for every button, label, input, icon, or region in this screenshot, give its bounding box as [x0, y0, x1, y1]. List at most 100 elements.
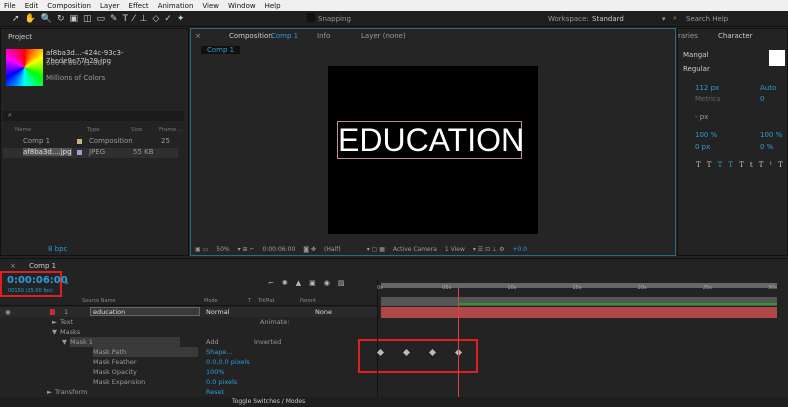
property-value[interactable]: Add: [206, 337, 219, 347]
style-select[interactable]: Regular: [683, 65, 710, 73]
layer-name-input[interactable]: education: [90, 307, 200, 316]
property-value[interactable]: Shape...: [206, 347, 233, 357]
menu-file[interactable]: File: [4, 2, 16, 10]
property-value[interactable]: 0.0 pixels: [206, 377, 237, 387]
playhead[interactable]: [458, 286, 460, 398]
col-t[interactable]: T: [248, 298, 251, 304]
tab-libraries[interactable]: raries: [678, 32, 698, 40]
text-layer[interactable]: EDUCATION: [337, 121, 524, 159]
views-select[interactable]: 1 View: [445, 246, 465, 253]
menu-help[interactable]: Help: [265, 2, 281, 10]
property-row[interactable]: ► Transform Reset: [0, 387, 377, 397]
eye-icon[interactable]: ◉: [5, 307, 11, 317]
grid-icon[interactable]: ▾ ⊞ ⌐: [238, 246, 255, 253]
zoom-select[interactable]: 50%: [216, 246, 229, 253]
tsume[interactable]: 0 %: [760, 143, 773, 151]
horizontal-scale[interactable]: 100 %: [760, 131, 782, 139]
snapping-checkbox[interactable]: [307, 13, 315, 22]
col-size[interactable]: Size: [131, 127, 142, 133]
inverted-checkbox[interactable]: Inverted: [254, 337, 281, 347]
menu-layer[interactable]: Layer: [100, 2, 120, 10]
parent-select[interactable]: None: [315, 307, 332, 317]
tool-icons[interactable]: ➚✋🔍↻▣◫▭✎T⁄⊥◇✓✦: [12, 14, 189, 24]
ruler-tick: 15s: [572, 285, 582, 291]
viewer-time[interactable]: 0:00:06:00: [262, 246, 295, 253]
timeline-switches[interactable]: ⌐✺▲▣◉▨: [268, 279, 352, 287]
layer-duration-bar[interactable]: [381, 307, 777, 318]
comp-breadcrumb[interactable]: Comp 1: [201, 46, 241, 54]
tab-comp[interactable]: Comp 1: [29, 262, 56, 270]
close-icon[interactable]: ×: [10, 262, 16, 270]
search-help-input[interactable]: Search Help: [686, 15, 728, 23]
tab-composition-name[interactable]: Comp 1: [271, 32, 298, 40]
twirl-icon[interactable]: ▼: [62, 337, 67, 347]
menu-view[interactable]: View: [202, 2, 219, 10]
vertical-scale[interactable]: 100 %: [695, 131, 717, 139]
kerning[interactable]: Metrics: [695, 95, 720, 103]
tab-composition[interactable]: Composition: [229, 32, 273, 40]
menu-bar: File Edit Composition Layer Effect Animation V…: [0, 0, 788, 11]
bpc-button[interactable]: 8 bpc: [48, 245, 67, 253]
camera-icon[interactable]: ▣ ▭: [195, 246, 208, 253]
property-row[interactable]: ► Text Animate:: [0, 317, 377, 327]
twirl-icon[interactable]: ►: [52, 317, 57, 327]
menu-edit[interactable]: Edit: [25, 2, 39, 10]
property-row[interactable]: Mask Path Shape...: [0, 347, 377, 357]
chevron-down-icon[interactable]: ▾: [662, 15, 666, 23]
property-row[interactable]: Mask Opacity 100%: [0, 367, 377, 377]
current-time[interactable]: 0:00:06:00: [7, 275, 68, 286]
project-search-input[interactable]: ⌕: [3, 111, 184, 121]
label-color: [50, 309, 55, 315]
resolution-select[interactable]: (Half): [324, 246, 341, 253]
exposure-value[interactable]: +0.0: [513, 246, 528, 253]
property-value[interactable]: Animate:: [260, 317, 289, 327]
project-item[interactable]: Comp 1 Composition 25: [3, 137, 183, 147]
region-icon[interactable]: ▾ ▢ ▦: [367, 246, 385, 253]
menu-window[interactable]: Window: [228, 2, 256, 10]
property-row[interactable]: Mask Feather 0.0,0.0 pixels: [0, 357, 377, 367]
property-value[interactable]: Reset: [206, 387, 224, 397]
workspace-select[interactable]: Standard: [592, 15, 624, 23]
col-frame[interactable]: Frame ...: [159, 127, 183, 133]
font-select[interactable]: Mangal: [683, 51, 708, 59]
menu-animation[interactable]: Animation: [158, 2, 194, 10]
col-parent[interactable]: Parent: [300, 298, 316, 304]
col-source[interactable]: Source Name: [82, 298, 116, 304]
property-value[interactable]: 100%: [206, 367, 225, 377]
toggle-switches-modes-button[interactable]: Toggle Switches / Modes: [232, 398, 305, 405]
twirl-icon[interactable]: ▼: [52, 327, 57, 337]
col-type[interactable]: Type: [87, 127, 100, 133]
layer-row[interactable]: ◉ 1 education Normal None: [0, 307, 377, 317]
layer-number: 1: [64, 308, 69, 316]
comp-canvas[interactable]: EDUCATION: [328, 66, 538, 234]
item-type: JPEG: [89, 148, 106, 156]
camera-select[interactable]: Active Camera: [393, 246, 437, 253]
snapshot-icon[interactable]: ◙ ✤: [303, 246, 316, 253]
property-value[interactable]: 0.0,0.0 pixels: [206, 357, 250, 367]
tracking[interactable]: 0: [760, 95, 764, 103]
view-options-icon[interactable]: ▾ ☰ ⊡ ⊥ ⚙: [473, 246, 505, 253]
tab-info[interactable]: Info: [317, 32, 330, 40]
property-row[interactable]: Mask Expansion 0.0 pixels: [0, 377, 377, 387]
search-icon[interactable]: ⌕: [65, 279, 69, 288]
tab-character[interactable]: Character: [718, 32, 753, 40]
property-row[interactable]: ▼ Masks: [0, 327, 377, 337]
leading[interactable]: Auto: [760, 84, 776, 92]
twirl-icon[interactable]: ►: [47, 387, 52, 397]
font-size[interactable]: 112 px: [695, 84, 719, 92]
close-icon[interactable]: ×: [195, 32, 201, 40]
col-trkmat[interactable]: TrkMat: [258, 298, 275, 304]
stroke-width[interactable]: - px: [695, 113, 708, 121]
menu-effect[interactable]: Effect: [129, 2, 149, 10]
project-item[interactable]: af8ba3d....jpg JPEG 55 KB: [3, 148, 178, 158]
property-row[interactable]: ▼ Mask 1 Add Inverted: [0, 337, 377, 347]
col-name[interactable]: Name: [15, 127, 31, 133]
mode-select[interactable]: Normal: [206, 307, 230, 317]
tab-layer[interactable]: Layer (none): [361, 32, 406, 40]
col-mode[interactable]: Mode: [204, 298, 218, 304]
fill-color-swatch[interactable]: [769, 50, 785, 66]
label-color: [77, 150, 82, 155]
text-style-buttons[interactable]: TTTTTtT¹T₁: [696, 161, 788, 169]
menu-composition[interactable]: Composition: [47, 2, 91, 10]
baseline-shift[interactable]: 0 px: [695, 143, 710, 151]
